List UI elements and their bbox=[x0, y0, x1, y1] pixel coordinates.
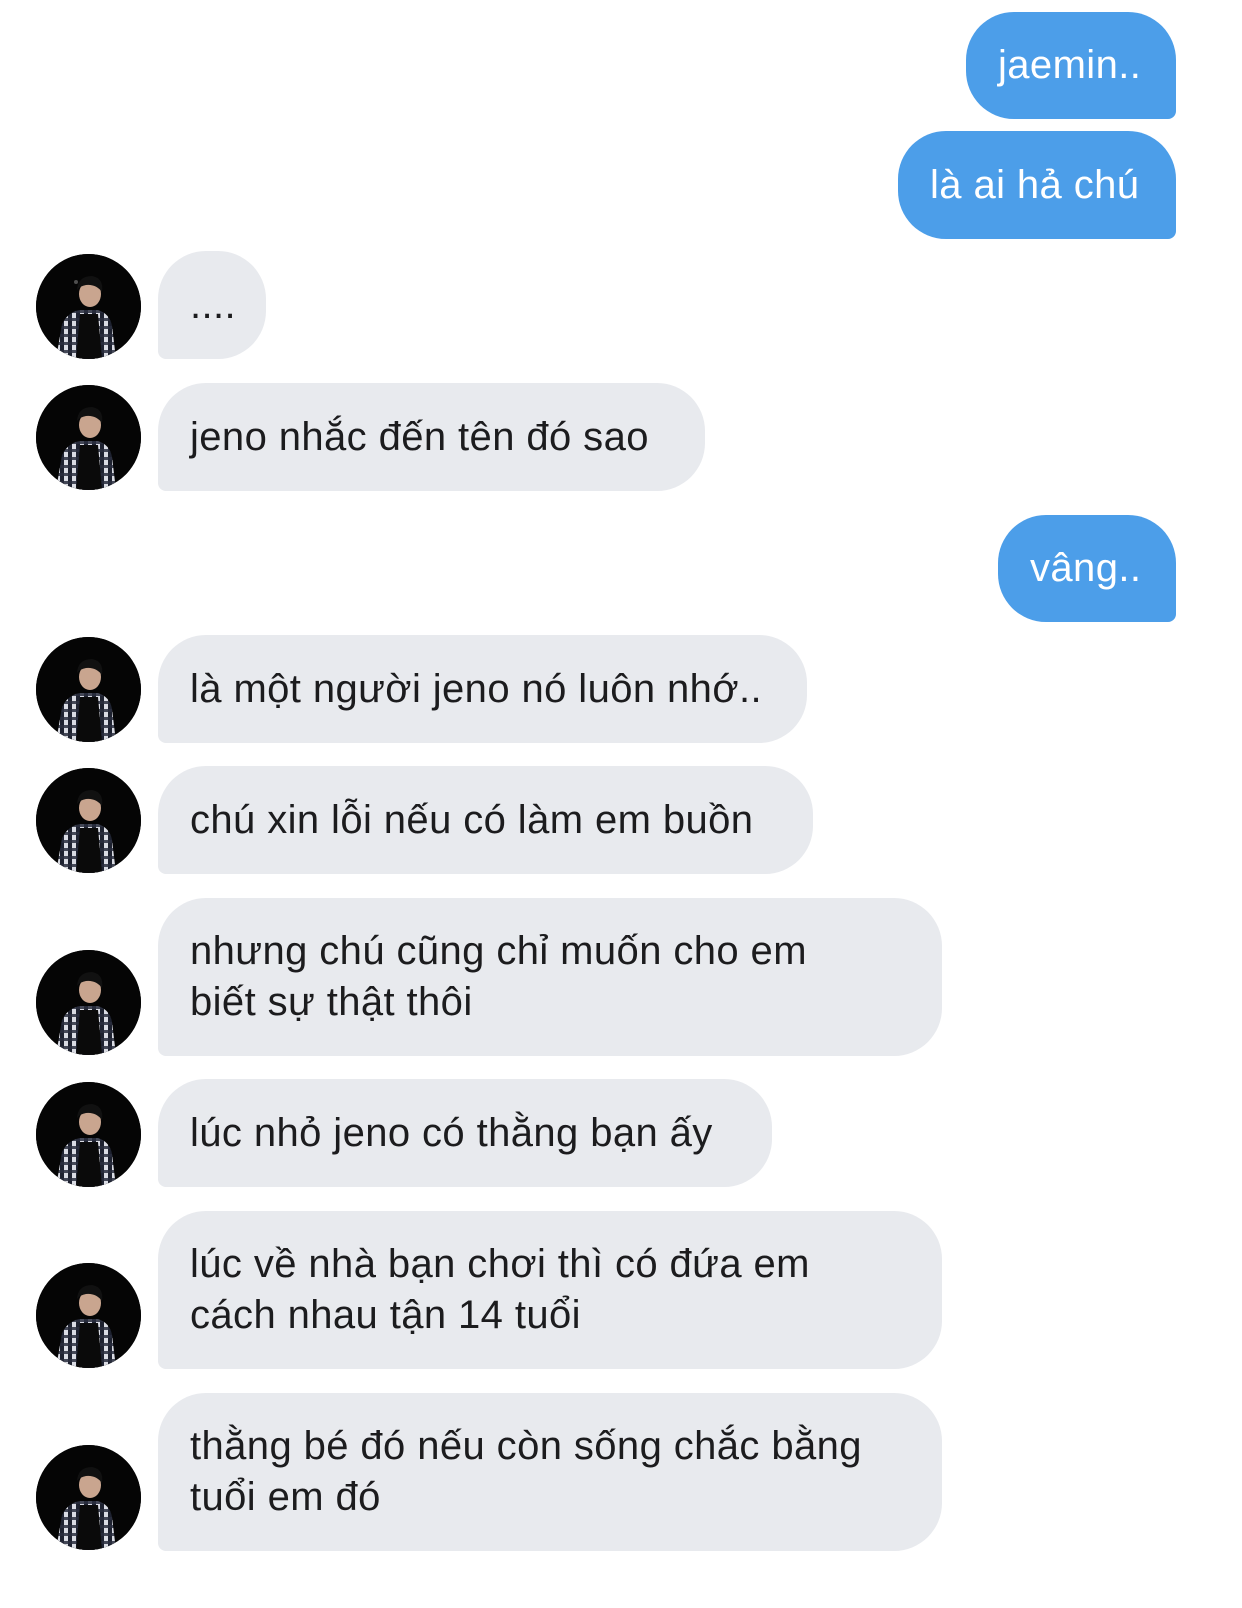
contact-avatar-icon[interactable] bbox=[36, 768, 141, 873]
contact-avatar-icon[interactable] bbox=[36, 254, 141, 359]
outgoing-message-bubble[interactable]: jaemin.. bbox=[966, 12, 1176, 119]
contact-avatar-icon[interactable] bbox=[36, 1445, 141, 1550]
contact-avatar-icon[interactable] bbox=[36, 950, 141, 1055]
incoming-message-bubble[interactable]: .... bbox=[158, 251, 266, 359]
incoming-message-bubble[interactable]: jeno nhắc đến tên đó sao bbox=[158, 383, 705, 491]
incoming-message-bubble[interactable]: nhưng chú cũng chỉ muốn cho em biết sự t… bbox=[158, 898, 942, 1056]
outgoing-message-bubble[interactable]: là ai hả chú bbox=[898, 131, 1176, 239]
contact-avatar-icon[interactable] bbox=[36, 385, 141, 490]
contact-avatar-icon[interactable] bbox=[36, 1082, 141, 1187]
incoming-message-bubble[interactable]: chú xin lỗi nếu có làm em buồn bbox=[158, 766, 813, 874]
outgoing-message-bubble[interactable]: vâng.. bbox=[998, 515, 1176, 622]
incoming-message-bubble[interactable]: là một người jeno nó luôn nhớ.. bbox=[158, 635, 807, 743]
contact-avatar-icon[interactable] bbox=[36, 637, 141, 742]
contact-avatar-icon[interactable] bbox=[36, 1263, 141, 1368]
incoming-message-bubble[interactable]: thằng bé đó nếu còn sống chắc bằng tuổi … bbox=[158, 1393, 942, 1551]
incoming-message-bubble[interactable]: lúc nhỏ jeno có thằng bạn ấy bbox=[158, 1079, 772, 1187]
incoming-message-bubble[interactable]: lúc về nhà bạn chơi thì có đứa em cách n… bbox=[158, 1211, 942, 1369]
